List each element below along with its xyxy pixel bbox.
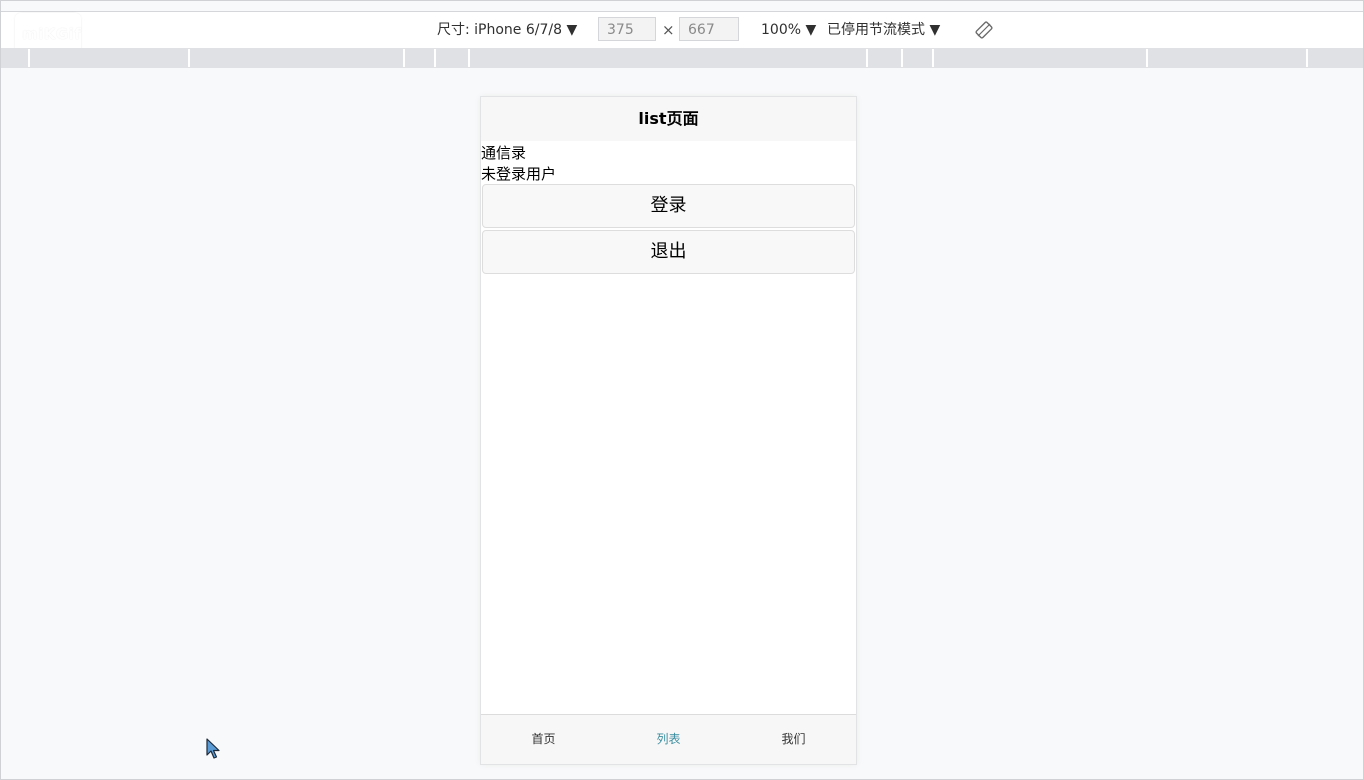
width-input[interactable]: 375 xyxy=(598,17,656,41)
login-button[interactable]: 登录 xyxy=(482,184,855,228)
throttle-select[interactable]: 已停用节流模式 ▼ xyxy=(827,12,940,48)
logout-button[interactable]: 退出 xyxy=(482,230,855,274)
media-query-ruler xyxy=(1,48,1363,68)
ruler-tick xyxy=(1306,49,1308,67)
rotate-icon[interactable] xyxy=(975,21,993,39)
user-status-text: 未登录用户 xyxy=(481,165,557,183)
page-title: list页面 xyxy=(481,97,856,141)
ruler-tick xyxy=(188,49,190,67)
contacts-heading: 通信录 xyxy=(481,144,527,162)
ruler-tick xyxy=(468,49,470,67)
height-input[interactable]: 667 xyxy=(679,17,739,41)
mouse-cursor-icon xyxy=(206,738,220,759)
browser-viewport: 尺寸: iPhone 6/7/8 ▼ 375 × 667 100% ▼ 已停用节… xyxy=(0,0,1364,780)
tab-about-us[interactable]: 我们 xyxy=(731,715,856,764)
ruler-tick xyxy=(403,49,405,67)
tab-home[interactable]: 首页 xyxy=(481,715,606,764)
device-select[interactable]: 尺寸: iPhone 6/7/8 ▼ xyxy=(437,12,577,48)
dimension-separator: × xyxy=(662,21,675,39)
ruler-tick xyxy=(866,49,868,67)
mobile-viewport: list页面 通信录 未登录用户 登录 退出 首页 列表 我们 xyxy=(480,96,857,765)
tab-list[interactable]: 列表 xyxy=(606,715,731,764)
watermark-logo-text: miKGif xyxy=(22,25,82,43)
ruler-tick xyxy=(1146,49,1148,67)
device-toolbar: 尺寸: iPhone 6/7/8 ▼ 375 × 667 100% ▼ 已停用节… xyxy=(1,11,1363,49)
ruler-tick xyxy=(28,49,30,67)
zoom-select[interactable]: 100% ▼ xyxy=(761,12,816,48)
ruler-tick xyxy=(932,49,934,67)
ruler-tick xyxy=(901,49,903,67)
ruler-tick xyxy=(434,49,436,67)
tab-bar: 首页 列表 我们 xyxy=(481,714,856,764)
